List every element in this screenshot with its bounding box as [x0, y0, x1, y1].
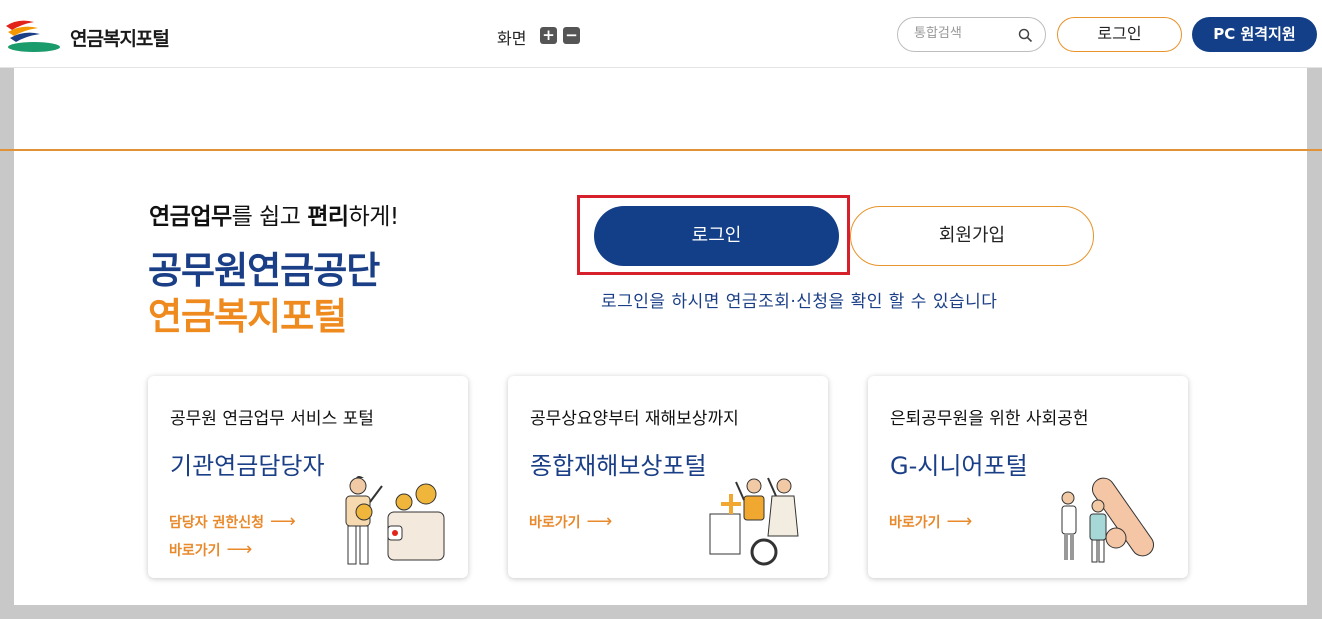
- divider: [0, 149, 1322, 151]
- portal-name: 연금복지포털: [148, 295, 347, 338]
- tagline: 연금업무를 쉽고 편리하게!: [149, 197, 399, 231]
- card-g-senior[interactable]: 은퇴공무원을 위한 사회공헌 G-시니어포털 바로가기 ⟶: [868, 376, 1188, 578]
- card-subtitle: 공무상요양부터 재해보상까지: [530, 409, 739, 429]
- arrow-right-icon: ⟶: [226, 539, 253, 560]
- link-label: 담당자 권한신청: [169, 515, 265, 531]
- wheelchair-hospital-icon: [709, 477, 799, 566]
- logo-icon[interactable]: [4, 16, 66, 56]
- zoom-out-button[interactable]: −: [563, 27, 580, 44]
- card-title[interactable]: G-시니어포털: [890, 446, 1028, 481]
- card-agency-pension[interactable]: 공무원 연금업무 서비스 포털 기관연금담당자 담당자 권한신청 ⟶ 바로가기 ⟶: [148, 376, 468, 578]
- zoom-in-button[interactable]: +: [540, 27, 557, 44]
- arrow-right-icon: ⟶: [586, 511, 613, 532]
- card-title[interactable]: 기관연금담당자: [170, 446, 325, 481]
- login-button[interactable]: 로그인: [594, 206, 839, 266]
- card-subtitle: 공무원 연금업무 서비스 포털: [170, 409, 374, 429]
- logo-text[interactable]: 연금복지포털: [70, 24, 170, 51]
- goto-link[interactable]: 바로가기 ⟶: [169, 539, 252, 560]
- tagline-bold2: 편리: [307, 204, 349, 230]
- link-label: 바로가기: [889, 515, 941, 531]
- senior-puzzle-icon: [1061, 477, 1155, 563]
- search-icon[interactable]: [1018, 28, 1033, 43]
- tagline-end: 하게!: [348, 204, 400, 230]
- zoom-label: 화면: [497, 29, 527, 48]
- link-label: 바로가기: [529, 515, 581, 531]
- tagline-mid: 를 쉽고: [231, 204, 308, 230]
- card-title[interactable]: 종합재해보상포털: [530, 446, 707, 481]
- header-login-button[interactable]: 로그인: [1057, 17, 1182, 52]
- person-wallet-icon: [345, 476, 445, 565]
- search-box[interactable]: [897, 17, 1046, 52]
- tagline-bold1: 연금업무: [149, 204, 232, 230]
- search-input[interactable]: [914, 26, 1014, 41]
- arrow-right-icon: ⟶: [270, 511, 296, 532]
- permission-request-link[interactable]: 담당자 권한신청 ⟶: [169, 511, 296, 532]
- goto-link[interactable]: 바로가기 ⟶: [529, 511, 612, 532]
- signup-button[interactable]: 회원가입: [850, 206, 1094, 266]
- goto-link[interactable]: 바로가기 ⟶: [889, 511, 972, 532]
- arrow-right-icon: ⟶: [946, 511, 973, 532]
- card-disaster-compensation[interactable]: 공무상요양부터 재해보상까지 종합재해보상포털 바로가기 ⟶: [508, 376, 828, 578]
- remote-support-button[interactable]: PC 원격지원: [1192, 17, 1317, 52]
- login-note: 로그인을 하시면 연금조회·신청을 확인 할 수 있습니다: [601, 292, 998, 312]
- header: 연금복지포털 화면 + − 로그인 PC 원격지원: [0, 0, 1322, 68]
- card-subtitle: 은퇴공무원을 위한 사회공헌: [890, 409, 1089, 429]
- link-label: 바로가기: [169, 543, 221, 559]
